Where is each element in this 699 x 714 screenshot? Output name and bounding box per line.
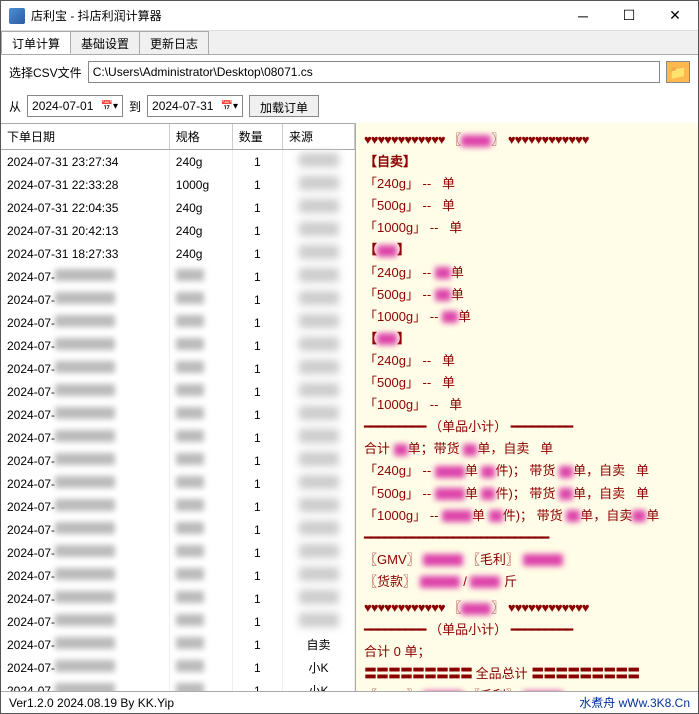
csv-path-input[interactable]: [88, 61, 660, 83]
tab-bar: 订单计算 基础设置 更新日志: [1, 31, 698, 55]
table-row[interactable]: 2024-07-1小K: [1, 656, 355, 679]
date-row: 从 2024-07-01📅▾ 到 2024-07-31📅▾ 加载订单: [1, 89, 698, 123]
table-row[interactable]: 2024-07-1: [1, 403, 355, 426]
csv-row: 选择CSV文件 📁: [1, 55, 698, 89]
table-row[interactable]: 2024-07-1: [1, 380, 355, 403]
table-row[interactable]: 2024-07-1: [1, 610, 355, 633]
col-date[interactable]: 下单日期: [1, 124, 169, 150]
table-row[interactable]: 2024-07-1: [1, 518, 355, 541]
titlebar: 店利宝 - 抖店利润计算器 ─ ☐ ✕: [1, 1, 698, 31]
table-row[interactable]: 2024-07-31 18:27:33240g1: [1, 242, 355, 265]
from-label: 从: [9, 98, 21, 115]
table-row[interactable]: 2024-07-1: [1, 357, 355, 380]
col-qty[interactable]: 数量: [232, 124, 282, 150]
table-row[interactable]: 2024-07-1: [1, 426, 355, 449]
col-spec[interactable]: 规格: [169, 124, 232, 150]
table-row[interactable]: 2024-07-1: [1, 472, 355, 495]
table-row[interactable]: 2024-07-1: [1, 288, 355, 311]
table-row[interactable]: 2024-07-1: [1, 495, 355, 518]
minimize-button[interactable]: ─: [560, 1, 606, 31]
browse-folder-button[interactable]: 📁: [666, 61, 690, 83]
from-date-input[interactable]: 2024-07-01📅▾: [27, 95, 123, 117]
table-row[interactable]: 2024-07-31 22:04:35240g1: [1, 196, 355, 219]
orders-table-pane: 下单日期 规格 数量 来源 2024-07-31 23:27:34240g120…: [1, 123, 356, 691]
table-row[interactable]: 2024-07-31 22:33:281000g1: [1, 173, 355, 196]
orders-table: 下单日期 规格 数量 来源 2024-07-31 23:27:34240g120…: [1, 124, 355, 691]
csv-label: 选择CSV文件: [9, 64, 82, 81]
table-row[interactable]: 2024-07-1: [1, 311, 355, 334]
table-row[interactable]: 2024-07-1: [1, 541, 355, 564]
close-button[interactable]: ✕: [652, 1, 698, 31]
app-icon: [9, 8, 25, 24]
calendar-icon: 📅▾: [221, 101, 238, 112]
tab-basic-settings[interactable]: 基础设置: [70, 31, 140, 54]
report-pane: ♥♥♥♥♥♥♥♥♥♥♥♥ 〖〗 ♥♥♥♥♥♥♥♥♥♥♥♥ 【自卖】 「240g」…: [356, 123, 698, 691]
table-row[interactable]: 2024-07-1: [1, 449, 355, 472]
table-row[interactable]: 2024-07-1: [1, 587, 355, 610]
tab-order-calc[interactable]: 订单计算: [1, 31, 71, 54]
calendar-icon: 📅▾: [101, 101, 118, 112]
tab-changelog[interactable]: 更新日志: [139, 31, 209, 54]
author-link[interactable]: 水煮舟 wWw.3K8.Cn: [579, 694, 690, 711]
table-row[interactable]: 2024-07-1自卖: [1, 633, 355, 656]
load-orders-button[interactable]: 加载订单: [249, 95, 319, 117]
version-label: Ver1.2.0 2024.08.19 By KK.Yip: [9, 696, 174, 710]
col-source[interactable]: 来源: [283, 124, 355, 150]
table-row[interactable]: 2024-07-31 20:42:13240g1: [1, 219, 355, 242]
statusbar: Ver1.2.0 2024.08.19 By KK.Yip 水煮舟 wWw.3K…: [1, 691, 698, 713]
table-row[interactable]: 2024-07-1: [1, 265, 355, 288]
table-row[interactable]: 2024-07-1: [1, 334, 355, 357]
table-row[interactable]: 2024-07-1: [1, 564, 355, 587]
to-label: 到: [129, 98, 141, 115]
to-date-input[interactable]: 2024-07-31📅▾: [147, 95, 243, 117]
maximize-button[interactable]: ☐: [606, 1, 652, 31]
window-title: 店利宝 - 抖店利润计算器: [31, 7, 560, 24]
table-row[interactable]: 2024-07-31 23:27:34240g1: [1, 150, 355, 174]
table-row[interactable]: 2024-07-1小K: [1, 679, 355, 691]
